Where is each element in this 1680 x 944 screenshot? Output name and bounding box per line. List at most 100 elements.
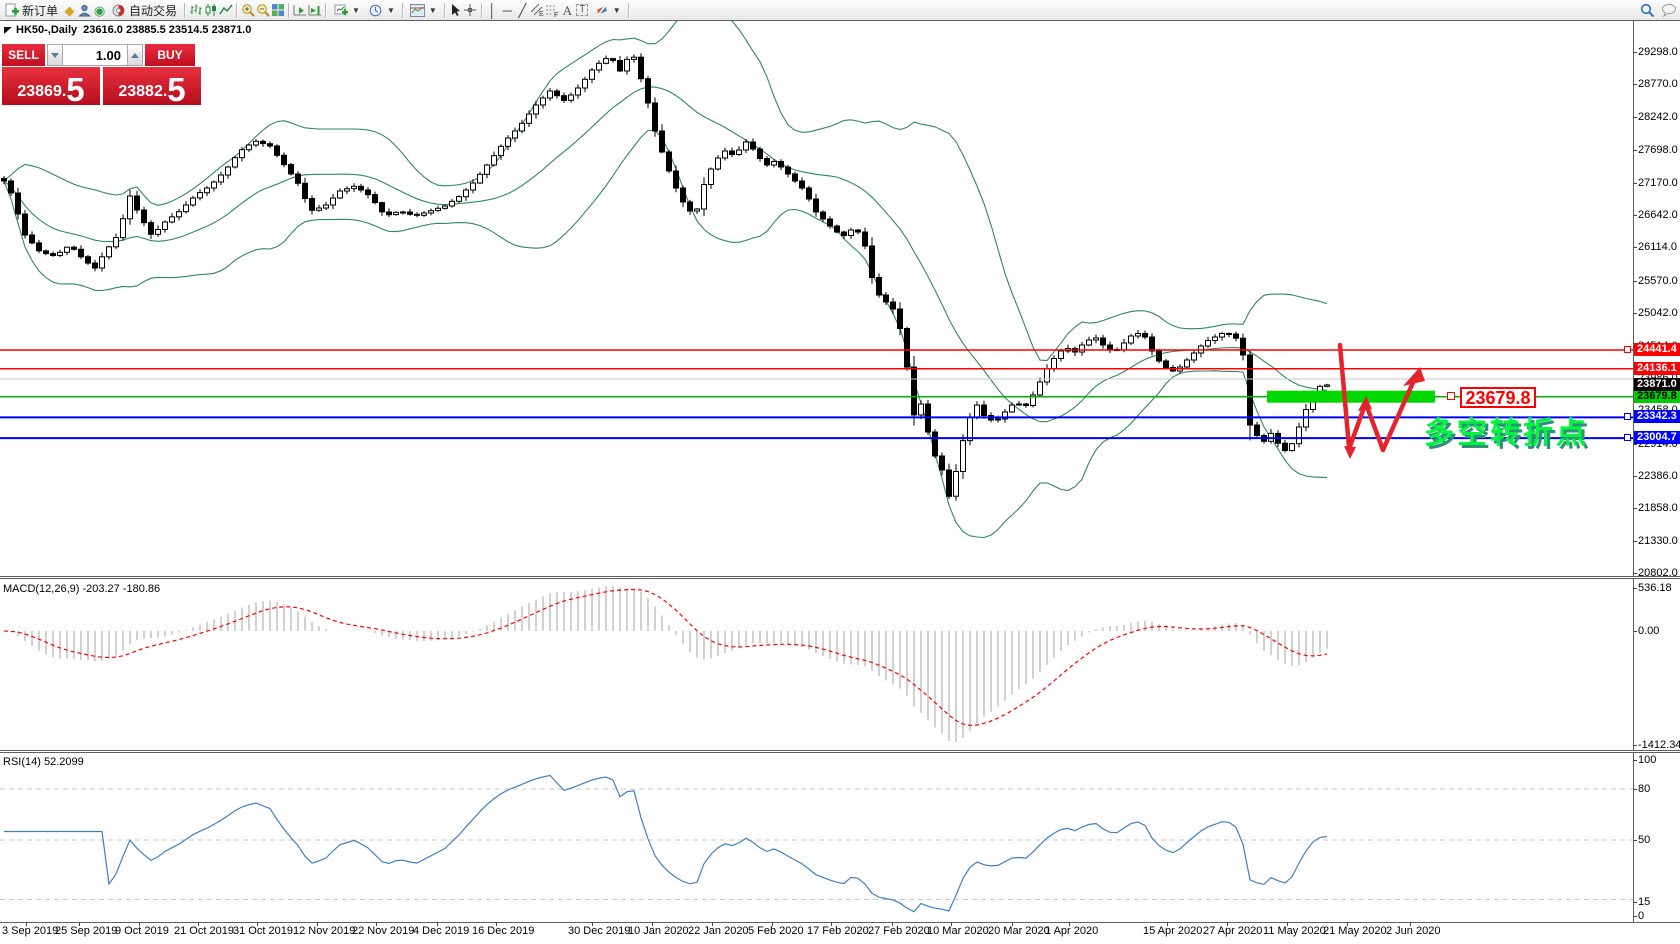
trendline-tool-icon[interactable]: ╱ [515,3,530,18]
trend-arrow-line[interactable] [1380,375,1418,453]
chat-icon[interactable] [1661,3,1676,18]
chart-shift-icon[interactable] [307,3,322,18]
date-tick [1012,922,1013,926]
trend-arrow-line[interactable] [1346,402,1368,452]
chart-profiles-button[interactable]: ▼ [364,1,399,19]
fibonacci-tool-icon[interactable]: F [545,3,560,18]
price-tick-label: 22386.0 [1638,470,1678,482]
dropdown-arrow-icon: ▼ [428,5,437,15]
volume-input[interactable] [63,44,127,66]
buy-price-display[interactable]: 23882. 5 [103,67,201,108]
price-tick [1633,150,1637,151]
line-handle[interactable] [1624,413,1631,420]
sell-price-pips: 5 [66,70,85,108]
date-label: 5 Feb 2020 [748,925,804,937]
volume-decrease-button[interactable] [47,44,63,66]
text-label-tool-icon[interactable]: T [575,3,590,18]
turning-point-annotation[interactable]: 多空转折点 [1424,408,1589,452]
date-tick [951,922,952,926]
sell-price-display[interactable]: 23869. 5 [2,67,100,108]
date-tick [1410,922,1411,926]
date-tick [1167,922,1168,926]
toolbar-separator [480,2,482,18]
templates-button[interactable]: ▼ [406,1,441,19]
macd-tick [1633,631,1637,632]
text-tool-icon[interactable]: A [560,3,575,18]
date-label: 20 Mar 2020 [988,925,1050,937]
price-level-label[interactable]: 24441.4 [1634,343,1680,356]
candlestick-chart-icon[interactable] [203,3,218,18]
macd-indicator-label: MACD(12,26,9) -203.27 -180.86 [3,583,161,595]
profile-icon[interactable] [77,3,92,18]
macd-tick-label: -1412.34 [1638,739,1680,751]
vertical-line-tool-icon[interactable]: │ [485,3,500,18]
date-tick [79,922,80,926]
date-tick [376,922,377,926]
auto-trading-button[interactable]: 自动交易 [107,1,181,19]
bollinger-up-band [3,21,1328,362]
rsi-tick [1633,916,1637,917]
price-tick-label: 27698.0 [1638,144,1678,156]
new-chart-button[interactable]: ▼ [329,1,364,19]
zone-price-label[interactable]: 23679.8 [1460,387,1536,408]
price-tick [1633,313,1637,314]
bollinger-mid-band [3,86,1328,423]
line-chart-icon[interactable] [218,3,233,18]
price-label-handle[interactable] [1447,392,1455,400]
price-tick [1633,573,1637,574]
rsi-tick [1633,902,1637,903]
date-label: 4 Dec 2019 [413,925,470,937]
signal-icon[interactable]: ◉ [92,3,107,18]
volume-increase-button[interactable] [127,44,143,66]
search-icon[interactable] [1640,3,1655,18]
auto-scroll-icon[interactable] [292,3,307,18]
buy-price-main: 23882. [118,83,168,100]
macd-tick-label: 0.00 [1638,625,1660,637]
price-tick [1633,183,1637,184]
buy-price-pips: 5 [167,70,186,108]
date-label: 16 Dec 2019 [472,925,535,937]
gold-icon[interactable]: ◆ [62,3,77,18]
price-tick [1633,247,1637,248]
date-label: 17 Feb 2020 [807,925,869,937]
price-level-label[interactable]: 23679.8 [1634,390,1680,403]
toolbar-separator [325,2,327,18]
toolbar-separator [443,2,445,18]
price-tick-label: 20802.0 [1638,567,1678,579]
sell-button[interactable]: SELL [2,44,45,66]
rsi-tick-label: 100 [1638,754,1657,766]
date-label: 27 Apr 2020 [1203,925,1263,937]
equidistant-channel-tool-icon[interactable]: E [530,3,545,18]
date-tick [1227,922,1228,926]
cursor-icon[interactable] [448,3,463,18]
date-label: 11 May 2020 [1263,925,1326,937]
crosshair-icon[interactable] [463,3,478,18]
price-tick [1633,215,1637,216]
date-label: 2 Jun 2020 [1386,925,1441,937]
zoom-out-icon[interactable] [255,3,270,18]
horizontal-line-tool-icon[interactable]: ─ [500,3,515,18]
new-order-button[interactable]: 新订单 [0,1,62,19]
date-label: 27 Feb 2020 [868,925,930,937]
price-level-label[interactable]: 23004.7 [1634,431,1680,444]
tile-windows-icon[interactable] [270,3,285,18]
bar-chart-icon[interactable] [188,3,203,18]
price-level-label[interactable]: 23342.3 [1634,410,1680,423]
date-tick [26,922,27,926]
line-handle[interactable] [1624,346,1631,353]
trend-arrow-line[interactable] [1363,401,1386,453]
toolbar-separator [184,2,186,18]
macd-panel[interactable] [0,579,1633,750]
rsi-panel[interactable] [0,753,1633,922]
main-price-chart[interactable] [0,21,1633,576]
arrows-tool-icon [594,3,609,18]
chart-region[interactable]: HK50-,Daily 23616.0 23885.5 23514.5 23871… [0,20,1680,944]
toolbar-separator [236,2,238,18]
rsi-tick-label: 50 [1638,834,1651,846]
arrows-tool-button[interactable]: ▼ [590,1,625,19]
price-level-label[interactable]: 24136.1 [1634,362,1680,375]
buy-button[interactable]: BUY [145,44,195,66]
zoom-in-icon[interactable] [240,3,255,18]
line-handle[interactable] [1624,434,1631,441]
bollinger-lo-band [3,129,1328,539]
